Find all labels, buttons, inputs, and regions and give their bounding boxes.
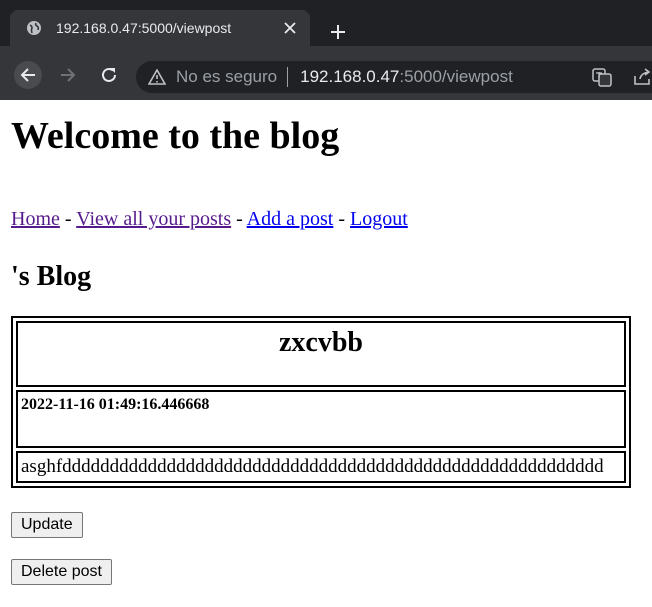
tab-strip: 192.168.0.47:5000/viewpost [0,0,652,46]
delete-post-button[interactable]: Delete post [11,559,112,585]
omnibox-divider [287,67,289,87]
browser-tab[interactable]: 192.168.0.47:5000/viewpost [10,10,310,46]
site-nav: Home - View all your posts - Add a post … [11,206,644,232]
reload-button[interactable] [95,61,123,89]
warning-icon[interactable] [148,68,166,86]
plus-icon [331,25,345,39]
close-icon[interactable] [280,18,300,38]
delete-row: Delete post [11,559,644,585]
blog-heading: 's Blog [11,261,92,292]
logout-link[interactable]: Logout [350,208,408,230]
browser-chrome: 192.168.0.47:5000/viewpost No es seguro … [0,0,652,100]
update-button[interactable]: Update [11,512,83,538]
url-path: :5000/viewpost [399,67,513,86]
security-label: No es seguro [176,67,278,86]
reload-icon [102,67,116,82]
update-row: Update [11,512,644,538]
home-link[interactable]: Home [11,208,60,230]
arrow-left-icon [20,68,35,82]
nav-separator: - [333,208,351,230]
browser-toolbar: No es seguro 192.168.0.47:5000/viewpost [0,46,652,100]
new-tab-button[interactable] [326,20,350,44]
back-button[interactable] [14,61,42,89]
forward-button[interactable] [54,61,82,89]
nav-separator: - [231,208,247,230]
post-title: zxcvbb [16,321,626,387]
page-title: Welcome to the blog [11,115,340,157]
post-body: asghfddddddddddddddddddddddddddddddddddd… [16,451,626,483]
arrow-right-icon [61,68,76,82]
translate-icon[interactable] [592,67,612,87]
share-icon[interactable] [632,67,652,87]
add-post-link[interactable]: Add a post [247,208,334,230]
post-date: 2022-11-16 01:49:16.446668 [16,390,626,448]
page-content: Welcome to the blog Home - View all your… [0,114,652,585]
globe-icon [26,20,42,36]
nav-separator: - [59,208,77,230]
view-all-posts-link[interactable]: View all your posts [76,208,231,230]
url-host: 192.168.0.47 [300,67,400,86]
address-bar[interactable]: No es seguro 192.168.0.47:5000/viewpost [136,61,652,93]
url-text[interactable]: 192.168.0.47:5000/viewpost [300,67,513,87]
tab-title: 192.168.0.47:5000/viewpost [56,20,232,36]
post-table: zxcvbb 2022-11-16 01:49:16.446668 asghfd… [11,316,631,488]
